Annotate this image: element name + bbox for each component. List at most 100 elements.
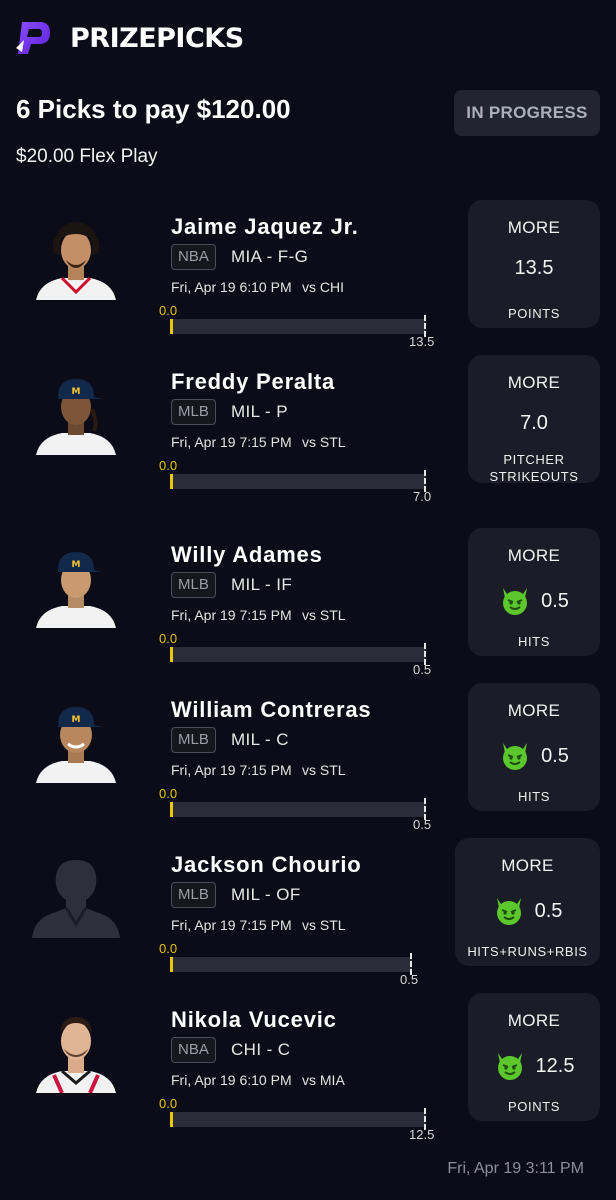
player-name: Willy Adames	[171, 542, 323, 567]
stat-type: HITS	[468, 633, 600, 650]
entry-timestamp: Fri, Apr 19 3:11 PM	[447, 1160, 584, 1177]
team-position: MIA - F-G	[231, 247, 309, 266]
entry-title: 6 Picks to pay $120.00	[16, 94, 291, 124]
direction-label: MORE	[501, 856, 554, 875]
player-photo: M	[36, 707, 116, 783]
projection-card[interactable]: MORE 0.5 HITS	[468, 683, 600, 811]
target-value: 13.5	[409, 334, 435, 349]
league-badge: MLB	[171, 727, 216, 753]
target-value: 7.0	[413, 489, 432, 504]
opponent: vs STL	[302, 917, 346, 933]
stat-type-line-1: POINTS	[508, 306, 560, 321]
target-value: 0.5	[400, 972, 419, 987]
progress-fill	[170, 957, 173, 972]
player-name: Nikola Vucevic	[171, 1007, 337, 1032]
direction-label: MORE	[507, 701, 561, 720]
svg-text:M: M	[72, 387, 81, 397]
demon-icon	[503, 588, 528, 615]
team-position: CHI - C	[231, 1040, 291, 1059]
pick-row[interactable]: Nikola Vucevic NBA CHI - C Fri, Apr 19 6…	[0, 993, 616, 1148]
demon-icon	[497, 1053, 522, 1080]
line-value: 12.5	[535, 1054, 575, 1077]
pick-row[interactable]: M Freddy Peralta MLB MIL - P Fri, Apr 19…	[0, 355, 616, 510]
target-value: 0.5	[413, 662, 432, 677]
direction-label: MORE	[507, 546, 561, 565]
game-time: Fri, Apr 19 7:15 PM	[171, 762, 292, 778]
player-photo-placeholder	[32, 860, 120, 938]
current-value: 0.0	[159, 941, 178, 956]
team-position: MIL - P	[231, 402, 288, 421]
stat-type-line-2: STRIKEOUTS	[489, 469, 579, 484]
line-value: 13.5	[514, 257, 554, 279]
player-name: Jackson Chourio	[171, 852, 362, 877]
opponent: vs STL	[302, 434, 346, 450]
line-value-row: 13.5	[468, 257, 600, 280]
team-position: MIL - C	[231, 730, 289, 749]
pick-row[interactable]: M Willy Adames MLB MIL - IF Fri, Apr 19 …	[0, 528, 616, 683]
player-name: Jaime Jaquez Jr.	[171, 214, 359, 239]
opponent: vs STL	[302, 762, 346, 778]
team-position: MIL - IF	[231, 575, 293, 594]
player-name: William Contreras	[171, 697, 372, 722]
line-value-row: 0.5	[468, 740, 600, 772]
player-photo: M	[36, 379, 116, 455]
pick-row[interactable]: M William Contreras MLB MIL - C Fri, Apr…	[0, 683, 616, 838]
stat-type-line-1: PITCHER	[503, 452, 565, 467]
line-value: 0.5	[541, 744, 569, 767]
stat-type-line-1: HITS	[517, 789, 550, 804]
game-time: Fri, Apr 19 7:15 PM	[171, 917, 292, 933]
player-name: Freddy Peralta	[171, 369, 336, 394]
direction-label: MORE	[507, 373, 561, 392]
player-photo	[36, 222, 116, 300]
league-badge: MLB	[171, 572, 216, 598]
progress-fill	[170, 319, 173, 334]
progress-fill	[170, 647, 173, 662]
projection-card[interactable]: MORE 12.5 POINTS	[468, 993, 600, 1121]
line-value-row: 0.5	[455, 895, 600, 927]
opponent: vs CHI	[302, 279, 344, 295]
player-photo	[36, 1017, 116, 1093]
progress-bar	[170, 470, 426, 492]
direction-label: MORE	[507, 218, 561, 237]
progress-bar	[170, 953, 412, 975]
demon-icon	[496, 898, 521, 925]
stat-type: HITS	[468, 788, 600, 805]
stat-type: POINTS	[468, 1098, 600, 1115]
stat-type: POINTS	[468, 305, 600, 322]
current-value: 0.0	[159, 786, 178, 801]
projection-card[interactable]: MORE 13.5 POINTS	[468, 200, 600, 328]
line-value: 0.5	[534, 899, 563, 922]
line-value-row: 7.0	[468, 412, 600, 435]
stat-type-line-1: HITS+RUNS+RBIS	[467, 944, 588, 959]
prizepicks-logo-icon[interactable]	[14, 18, 54, 58]
current-value: 0.0	[159, 303, 178, 318]
current-value: 0.0	[159, 631, 178, 646]
league-badge: NBA	[171, 1037, 216, 1063]
stat-type: HITS+RUNS+RBIS	[455, 943, 600, 960]
progress-bar	[170, 798, 426, 820]
app-header: PRIZEPICKS	[14, 16, 244, 60]
pick-row[interactable]: Jackson Chourio MLB MIL - OF Fri, Apr 19…	[0, 838, 616, 993]
projection-card[interactable]: MORE 7.0 PITCHER STRIKEOUTS	[468, 355, 600, 485]
entry-subtitle: $20.00 Flex Play	[16, 146, 158, 167]
pick-row[interactable]: Jaime Jaquez Jr. NBA MIA - F-G Fri, Apr …	[0, 200, 616, 355]
line-value-row: 12.5	[468, 1050, 600, 1082]
stat-type: PITCHER STRIKEOUTS	[468, 451, 600, 485]
projection-card[interactable]: MORE 0.5 HITS+RUNS+RBIS	[455, 838, 600, 966]
game-time: Fri, Apr 19 7:15 PM	[171, 434, 292, 450]
stat-type-line-1: HITS	[517, 634, 550, 649]
league-badge: NBA	[171, 244, 216, 270]
progress-fill	[170, 1112, 173, 1127]
progress-bar	[170, 643, 426, 665]
opponent: vs STL	[302, 607, 346, 623]
projection-card[interactable]: MORE 0.5 HITS	[468, 528, 600, 656]
stat-type-line-1: POINTS	[508, 1099, 560, 1114]
progress-fill	[170, 474, 173, 489]
player-photo: M	[36, 552, 116, 628]
progress-bar	[170, 315, 426, 337]
line-value: 7.0	[520, 412, 548, 434]
progress-bar	[170, 1108, 426, 1130]
game-time: Fri, Apr 19 6:10 PM	[171, 279, 292, 295]
status-badge: IN PROGRESS	[454, 90, 600, 136]
opponent: vs MIA	[302, 1072, 345, 1088]
